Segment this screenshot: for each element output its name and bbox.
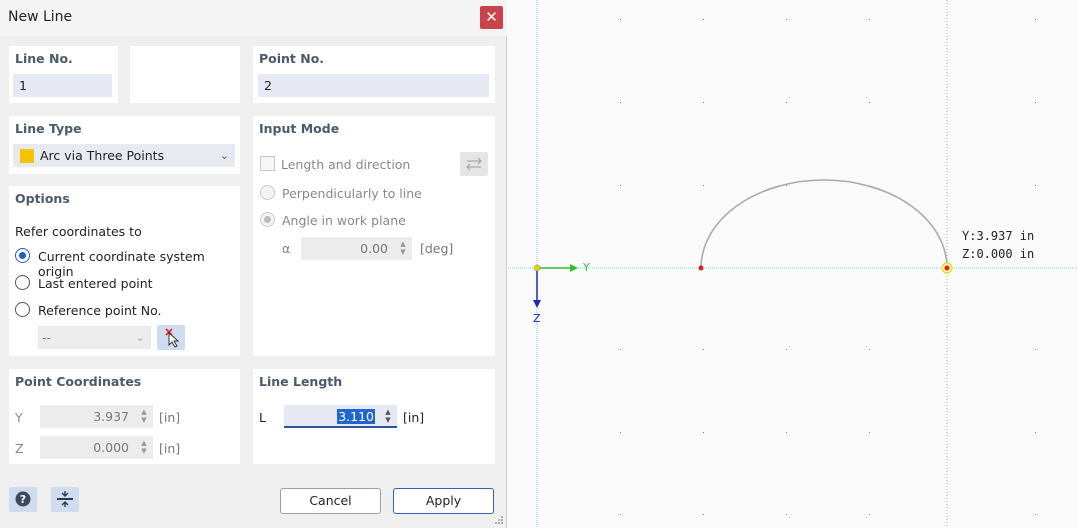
end-point [944, 265, 950, 271]
line-type-selected: Arc via Three Points [40, 148, 165, 163]
y-unit: [in] [159, 410, 181, 425]
z-unit: [in] [159, 441, 181, 456]
apply-button[interactable]: Apply [393, 488, 494, 514]
dialog-titlebar: New Line ✕ [0, 0, 507, 36]
reference-point-value: -- [42, 330, 52, 345]
line-no-input[interactable]: 1 [13, 74, 112, 97]
line-type-label: Line Type [15, 121, 82, 136]
y-axis-arrow-head [570, 264, 578, 272]
line-length-input[interactable]: 3.110 ▲ ▼ [284, 405, 397, 428]
current-origin-radio[interactable] [15, 248, 30, 263]
z-coordinate-value: 0.000 [93, 440, 129, 455]
options-label: Options [15, 191, 70, 206]
perpendicular-radio[interactable] [260, 185, 275, 200]
alpha-unit: [deg] [420, 241, 454, 256]
close-button[interactable]: ✕ [480, 6, 503, 29]
last-point-label: Last entered point [38, 276, 153, 291]
z-label: Z [15, 441, 24, 456]
reference-point-select[interactable]: -- ⌄ [38, 326, 151, 349]
alpha-value: 0.00 [360, 241, 388, 256]
close-icon: ✕ [485, 8, 498, 26]
svg-text:?: ? [20, 493, 26, 506]
pick-point-button[interactable] [157, 325, 185, 350]
swap-arrows-icon [466, 157, 482, 171]
collapse-icon [57, 491, 73, 507]
fit-view-button[interactable] [51, 487, 79, 512]
work-plane-svg [508, 0, 1078, 528]
last-point-radio[interactable] [15, 275, 30, 290]
input-mode-label: Input Mode [259, 121, 340, 136]
reference-point-radio[interactable] [15, 302, 30, 317]
chevron-down-icon: ⌄ [219, 149, 229, 162]
line-no-panel: Line No. 1 [9, 46, 118, 103]
direction-pick-button[interactable] [460, 152, 488, 176]
dialog-title: New Line [8, 9, 73, 25]
y-axis-label: Y [583, 261, 590, 274]
cursor-coordinate-readout: Y:3.937 in Z:0.000 in [962, 227, 1034, 263]
length-direction-checkbox[interactable] [260, 156, 275, 171]
alpha-input[interactable]: 0.00 ▲ ▼ [301, 237, 412, 260]
point-coordinates-panel: Point Coordinates Y 3.937 ▲ ▼ [in] Z 0.00… [9, 369, 240, 464]
point-no-input[interactable]: 2 [258, 74, 489, 97]
grid-dots [620, 19, 1036, 515]
origin-point [533, 264, 541, 272]
l-label: L [259, 410, 266, 425]
graphics-canvas[interactable]: Y Z Y:3.937 in Z:0.000 in [508, 0, 1078, 528]
y-label: Y [15, 410, 23, 425]
arc-preview [700, 179, 948, 269]
point-no-label: Point No. [259, 51, 325, 66]
line-length-label: Line Length [259, 374, 343, 389]
line-type-color-swatch [20, 149, 34, 163]
length-direction-label: Length and direction [281, 157, 411, 172]
z-spinner[interactable]: ▲ ▼ [139, 439, 149, 455]
z-axis-label: Z [533, 312, 541, 325]
current-origin-label: Current coordinate system origin [38, 249, 205, 279]
alpha-label: α [282, 241, 291, 256]
point-coordinates-label: Point Coordinates [15, 374, 142, 389]
angle-work-plane-label: Angle in work plane [282, 213, 406, 228]
input-mode-panel: Input Mode Length and direction Perpendi… [253, 116, 495, 356]
pick-cursor-icon [165, 328, 180, 348]
cancel-button[interactable]: Cancel [280, 488, 381, 514]
chevron-down-icon: ⌄ [135, 331, 145, 344]
perpendicular-label: Perpendicularly to line [282, 186, 422, 201]
y-coordinate-value: 3.937 [93, 409, 129, 424]
line-type-select[interactable]: Arc via Three Points ⌄ [13, 144, 235, 167]
z-coordinate-input[interactable]: 0.000 ▲ ▼ [40, 436, 153, 459]
angle-work-plane-radio[interactable] [260, 212, 275, 227]
y-coordinate-input[interactable]: 3.937 ▲ ▼ [40, 405, 153, 428]
refer-coordinates-label: Refer coordinates to [15, 224, 142, 239]
readout-z: Z:0.000 in [962, 247, 1035, 261]
start-point [698, 265, 704, 271]
y-spinner[interactable]: ▲ ▼ [139, 408, 149, 424]
reference-point-label: Reference point No. [38, 303, 162, 318]
new-line-dialog: New Line ✕ Line No. 1 Point No. 2 Line T… [0, 0, 507, 528]
line-no-label: Line No. [15, 51, 73, 66]
help-button[interactable]: ? [9, 487, 37, 512]
l-unit: [in] [403, 410, 425, 425]
l-spinner[interactable]: ▲ ▼ [383, 408, 393, 424]
help-icon: ? [15, 491, 31, 507]
options-panel: Options Refer coordinates to Current coo… [9, 186, 240, 356]
line-length-value: 3.110 [337, 409, 375, 424]
alpha-spinner[interactable]: ▲ ▼ [398, 240, 408, 256]
resize-grip-icon[interactable] [494, 515, 504, 525]
readout-y: Y:3.937 in [962, 229, 1035, 243]
line-length-panel: Line Length L 3.110 ▲ ▼ [in] [253, 369, 495, 464]
line-type-panel: Line Type Arc via Three Points ⌄ [9, 116, 240, 174]
z-axis-arrow-head [533, 300, 541, 308]
point-no-panel: Point No. 2 [253, 46, 495, 103]
empty-panel [130, 46, 240, 103]
